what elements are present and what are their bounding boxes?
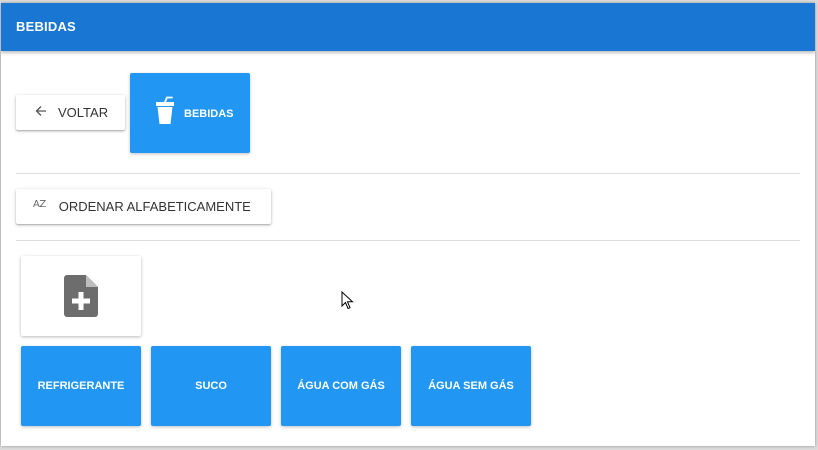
category-tile-bebidas[interactable]: BEBIDAS — [130, 73, 250, 153]
product-tile-label: SUCO — [195, 380, 227, 392]
app-window: BEBIDAS VOLTAR BEBIDAS AZ ORDENAR ALFABE… — [1, 3, 815, 446]
cup-icon — [156, 96, 174, 124]
divider — [16, 240, 800, 241]
top-app-bar: BEBIDAS — [1, 3, 815, 51]
product-tile-label: REFRIGERANTE — [37, 380, 125, 392]
product-tile-suco[interactable]: SUCO — [151, 346, 271, 426]
back-button[interactable]: VOLTAR — [16, 95, 125, 130]
product-tile-label: ÁGUA COM GÁS — [297, 380, 385, 392]
product-tile-refrigerante[interactable]: REFRIGERANTE — [21, 346, 141, 426]
product-tile-agua-sem-gas[interactable]: ÁGUA SEM GÁS — [411, 346, 531, 426]
page-title: BEBIDAS — [16, 19, 76, 34]
sort-az-icon: AZ — [33, 199, 46, 210]
sort-button-label: ORDENAR ALFABETICAMENTE — [58, 199, 251, 214]
add-product-tile[interactable] — [21, 256, 141, 336]
divider — [16, 173, 800, 174]
category-tile-label: BEBIDAS — [184, 107, 234, 120]
arrow-left-icon — [35, 106, 46, 116]
product-tile-label: ÁGUA SEM GÁS — [428, 380, 514, 392]
back-button-label: VOLTAR — [58, 105, 109, 120]
mouse-cursor-icon — [341, 291, 354, 310]
product-tile-agua-com-gas[interactable]: ÁGUA COM GÁS — [281, 346, 401, 426]
sort-alphabetically-button[interactable]: AZ ORDENAR ALFABETICAMENTE — [16, 189, 271, 224]
file-plus-icon — [64, 275, 98, 317]
